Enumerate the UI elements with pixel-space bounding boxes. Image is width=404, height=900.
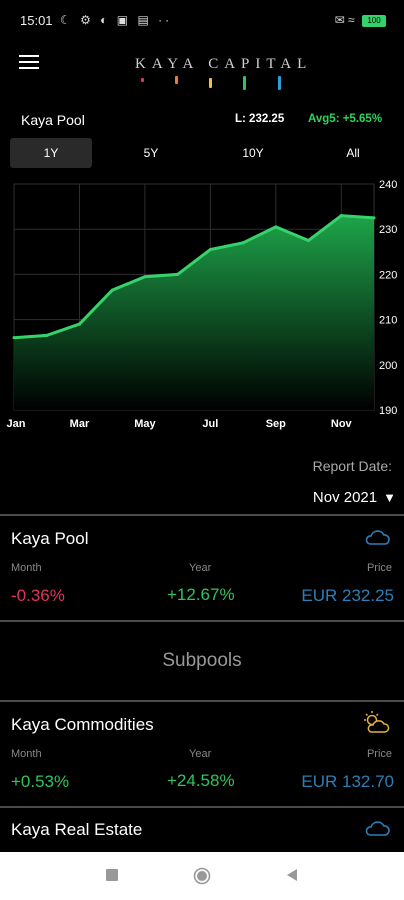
dropdown-arrow-icon: ▼ (383, 490, 396, 505)
commodities-card[interactable]: Kaya Commodities Month Year Price +0.53%… (0, 702, 404, 806)
notification-icons: ☾ ⚙ ◐ ▣ ▤ ·· (60, 13, 173, 27)
logo-bar (243, 76, 246, 90)
battery-icon: 100 (362, 14, 386, 27)
partly-sunny-icon (362, 710, 390, 739)
price-value: EUR 132.70 (301, 772, 394, 791)
navigation-bar (0, 852, 404, 900)
chart-point (12, 336, 16, 340)
price-chart: 190 200 210 220 230 240 Jan Mar May Jul Sep Nov (0, 174, 404, 440)
logo-bars (135, 74, 290, 90)
last-value: L: 232.25 (235, 113, 285, 125)
range-tabs: 1Y 5Y 10Y All (10, 138, 394, 168)
month-label: Month (11, 748, 42, 760)
chart-point (77, 322, 81, 326)
y-tick-label: 190 (379, 405, 397, 417)
wifi-icon: ✉ ≈ (334, 13, 355, 27)
logo-bar (175, 76, 178, 84)
pool-title: Kaya Pool (21, 112, 85, 128)
month-label: Month (11, 562, 42, 574)
month-value: -0.36% (11, 586, 65, 605)
triangle-back-icon[interactable] (285, 868, 299, 887)
chart-point (307, 239, 311, 242)
kaya-capital-logo: KAYA CAPITAL (135, 56, 313, 96)
chart-point (110, 288, 114, 292)
hamburger-icon[interactable] (19, 55, 39, 71)
tab-10y[interactable]: 10Y (212, 138, 294, 168)
logo-bar (209, 78, 212, 88)
divider (0, 620, 404, 622)
card-name: Kaya Commodities (11, 715, 154, 734)
x-tick-label: Nov (331, 418, 353, 430)
y-tick-label: 200 (379, 360, 397, 372)
pool-card[interactable]: Kaya Pool Month Year Price -0.36% +12.67… (0, 516, 404, 620)
chart-point (208, 248, 212, 252)
chart-point (45, 333, 49, 337)
chart-point (274, 225, 278, 229)
chart-svg: 190 200 210 220 230 240 Jan Mar May Jul Sep Nov (7, 179, 398, 430)
system-icons: ✉ ≈ 100 (335, 13, 386, 27)
x-tick-label: Jan (7, 418, 26, 430)
y-tick-label: 240 (379, 179, 397, 191)
card-name: Kaya Pool (11, 529, 89, 548)
year-label: Year (189, 748, 212, 760)
avg5-value: Avg5: +5.65% (308, 113, 383, 125)
chart-area (14, 215, 374, 410)
chart-point (143, 275, 147, 279)
report-date-select[interactable]: Nov 2021 ▼ (313, 489, 396, 506)
tab-all[interactable]: All (312, 138, 394, 168)
x-tick-label: May (134, 418, 156, 430)
y-tick-label: 210 (379, 315, 397, 327)
cloud-icon (364, 528, 390, 551)
chart-point (176, 272, 180, 276)
y-tick-label: 230 (379, 224, 397, 236)
price-value: EUR 232.25 (301, 586, 394, 605)
x-tick-label: Mar (70, 418, 90, 430)
x-tick-label: Jul (202, 418, 218, 430)
card-name: Kaya Real Estate (11, 820, 143, 839)
logo-text: KAYA CAPITAL (135, 56, 313, 72)
tab-1y[interactable]: 1Y (10, 138, 92, 168)
chart-point (372, 216, 376, 220)
report-date-value: Nov 2021 (312, 489, 378, 506)
cloud-icon (364, 819, 390, 842)
price-label: Price (366, 562, 392, 574)
circle-icon[interactable] (193, 867, 211, 890)
report-date-label: Report Date: (312, 458, 392, 474)
real-estate-card[interactable]: Kaya Real Estate (0, 808, 404, 852)
y-tick-label: 220 (379, 269, 397, 281)
year-value: +12.67% (167, 585, 235, 604)
logo-bar (278, 76, 281, 90)
square-icon[interactable] (105, 868, 119, 887)
price-label: Price (366, 748, 392, 760)
status-time: 15:01 (20, 13, 53, 28)
subpools-heading: Subpools (162, 650, 242, 671)
tab-5y[interactable]: 5Y (110, 138, 192, 168)
year-label: Year (189, 562, 212, 574)
x-tick-label: Sep (266, 418, 286, 430)
chart-point (241, 241, 245, 245)
logo-bar (141, 78, 144, 82)
chart-point (339, 214, 343, 218)
status-bar: 15:01 ☾ ⚙ ◐ ▣ ▤ ·· ✉ ≈ 100 (0, 0, 404, 44)
month-value: +0.53% (11, 772, 70, 791)
year-value: +24.58% (167, 771, 235, 790)
